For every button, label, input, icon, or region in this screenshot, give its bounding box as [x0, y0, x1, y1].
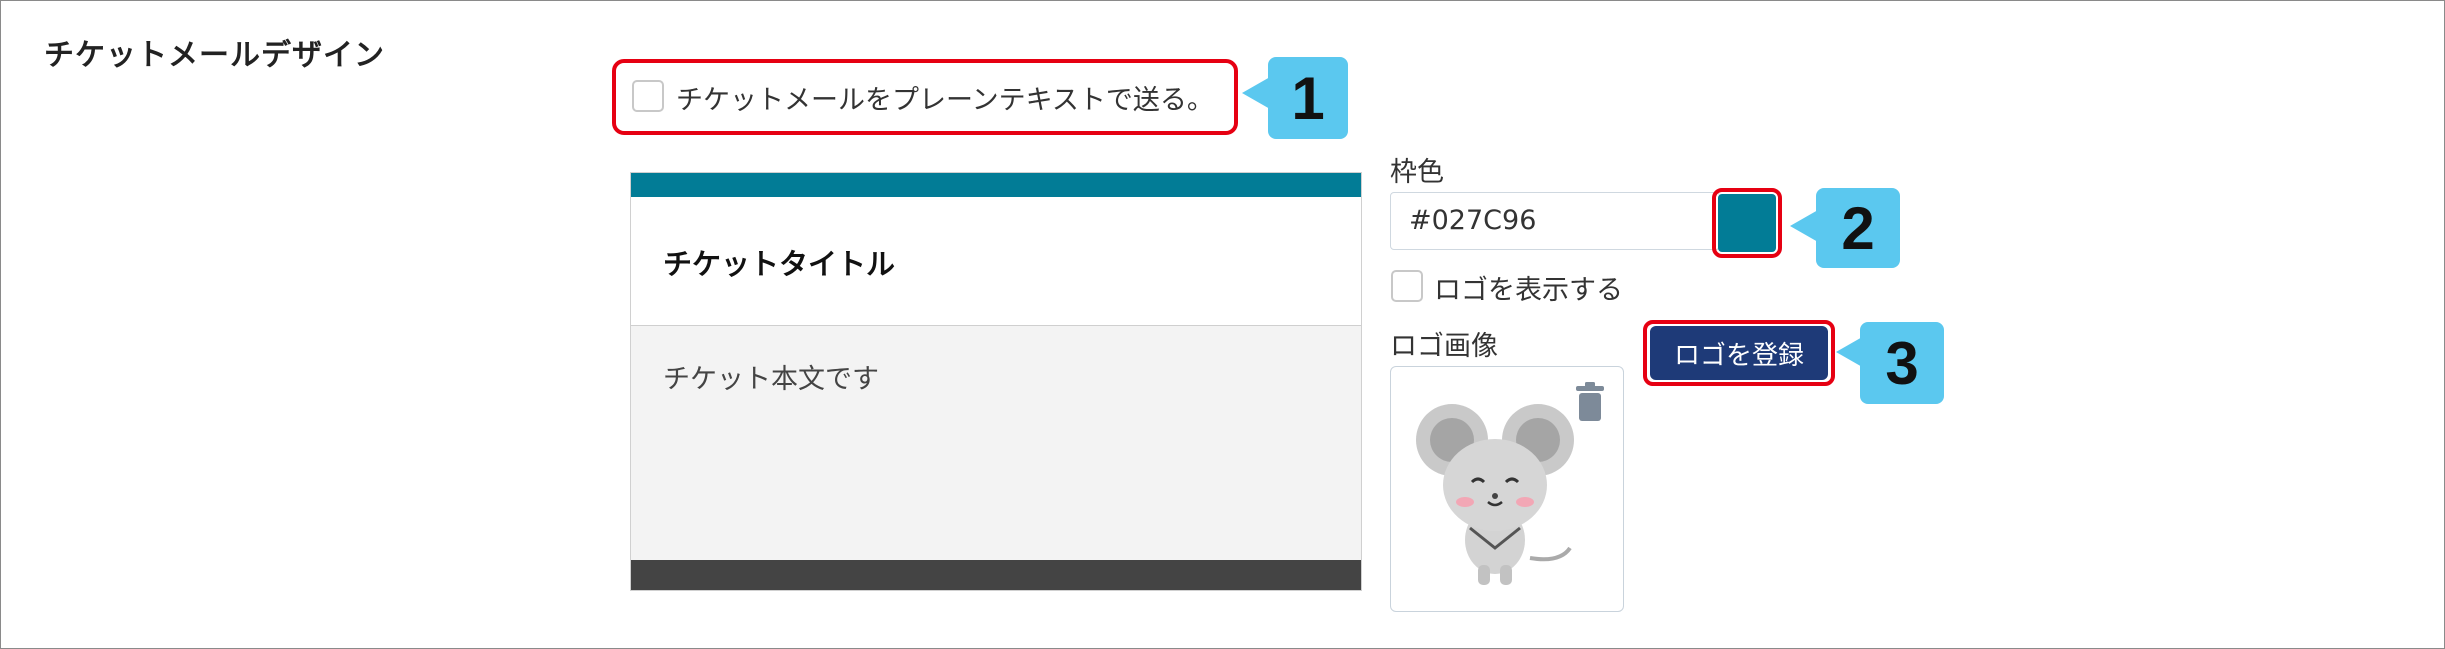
callout-3: 3: [1860, 322, 1944, 404]
highlight-box-3: [1643, 320, 1835, 386]
preview-header: チケットタイトル: [631, 197, 1361, 326]
plaintext-checkbox[interactable]: [632, 80, 664, 112]
callout-tail-2: [1790, 210, 1818, 242]
highlight-box-2: [1712, 188, 1782, 258]
plaintext-label: チケットメールをプレーンテキストで送る。: [676, 85, 1214, 116]
preview-footer-bar: [631, 560, 1361, 590]
show-logo-checkbox[interactable]: [1391, 270, 1423, 302]
ticket-preview: チケットタイトル チケット本文です: [630, 172, 1362, 591]
preview-body: チケット本文です: [663, 364, 879, 395]
mouse-logo-image: [1416, 404, 1574, 585]
show-logo-label: ロゴを表示する: [1434, 275, 1623, 306]
preview-title: チケットタイトル: [663, 247, 896, 281]
callout-1: 1: [1268, 57, 1348, 139]
frame-color-label: 枠色: [1390, 157, 1444, 188]
logo-image-label: ロゴ画像: [1390, 331, 1498, 362]
preview-top-bar: [631, 173, 1361, 197]
section-title: チケットメールデザイン: [44, 38, 385, 73]
callout-tail-1: [1242, 77, 1270, 109]
callout-2: 2: [1816, 188, 1900, 268]
frame-color-input[interactable]: #027C96: [1390, 192, 1720, 250]
